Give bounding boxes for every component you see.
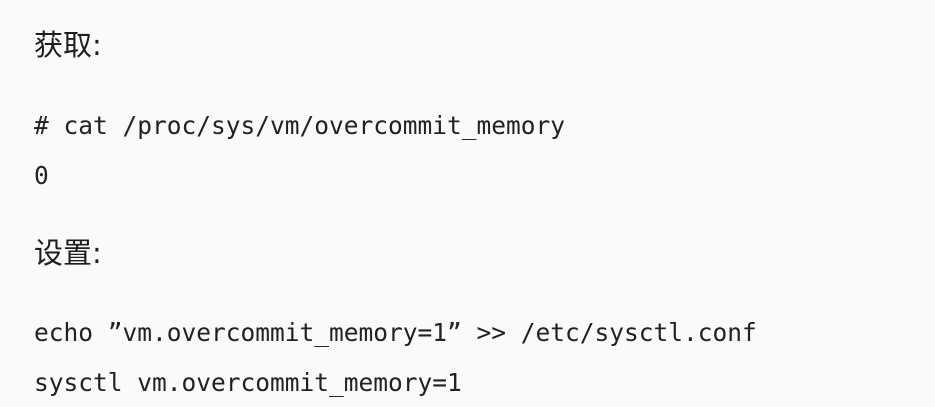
set-command-line-2: sysctl vm.overcommit_memory=1: [34, 368, 462, 397]
set-heading: 设置:: [34, 236, 102, 270]
document-page: 获取: # cat /proc/sys/vm/overcommit_memory…: [0, 0, 935, 407]
get-heading: 获取:: [34, 28, 102, 62]
get-output-line: 0: [34, 161, 49, 190]
get-command-line: # cat /proc/sys/vm/overcommit_memory: [34, 111, 566, 140]
set-command-line-1: echo ”vm.overcommit_memory=1” >> /etc/sy…: [34, 318, 757, 347]
